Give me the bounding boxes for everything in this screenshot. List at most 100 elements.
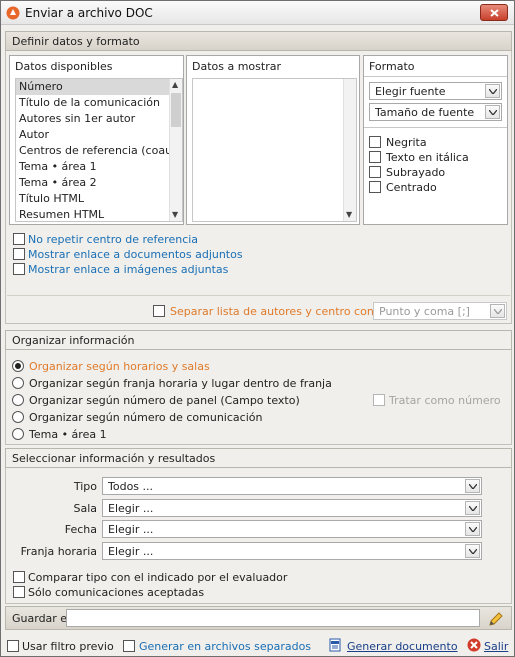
separate-authors-label[interactable]: Separar lista de autores y centro con [170, 305, 374, 318]
separate-files-checkbox[interactable] [123, 640, 135, 652]
accepted-only-label[interactable]: Sólo comunicaciones aceptadas [28, 586, 204, 599]
previous-filter-checkbox[interactable] [7, 640, 19, 652]
scroll-down-icon[interactable]: ▼ [346, 210, 352, 219]
font-select[interactable]: Elegir fuente [369, 82, 502, 100]
fecha-select[interactable]: Elegir ... [102, 520, 482, 538]
list-item[interactable]: Centros de referencia (coautores) [16, 143, 182, 159]
document-icon[interactable] [328, 638, 342, 652]
list-item[interactable]: Número [16, 79, 182, 95]
compare-type-checkbox[interactable] [13, 571, 25, 583]
show-data-title: Datos a mostrar [192, 60, 281, 73]
separate-files-label[interactable]: Generar en archivos separados [139, 640, 311, 653]
scroll-up-icon[interactable]: ▲ [172, 80, 178, 89]
fecha-select-value: Elegir ... [108, 523, 154, 536]
organize-radio-topic[interactable] [12, 428, 24, 440]
chevron-down-icon [469, 527, 477, 532]
organize-radio-timeslot[interactable] [12, 377, 24, 389]
show-images-checkbox[interactable] [13, 263, 25, 275]
compare-type-label[interactable]: Comparar tipo con el indicado por el eva… [28, 571, 287, 584]
available-data-panel: Datos disponibles Número Título de la co… [9, 55, 184, 225]
exit-button[interactable]: Salir [484, 640, 508, 653]
no-repeat-checkbox[interactable] [13, 233, 25, 245]
pencil-icon[interactable] [488, 611, 504, 627]
exit-icon[interactable] [467, 638, 481, 652]
format-panel: Formato Elegir fuente Tamaño de fuente N… [363, 55, 508, 225]
underline-checkbox[interactable] [369, 166, 381, 178]
list-item[interactable]: Tema • área 1 [16, 159, 182, 175]
tipo-dropdown-button[interactable] [465, 479, 480, 493]
treat-as-number-checkbox[interactable] [373, 394, 385, 406]
organize-label-topic[interactable]: Tema • área 1 [29, 428, 107, 441]
list-item[interactable]: Autor [16, 127, 182, 143]
generate-document-button[interactable]: Generar documento [347, 640, 458, 653]
show-docs-checkbox[interactable] [13, 248, 25, 260]
app-logo-icon [6, 6, 20, 20]
available-list-scrollbar[interactable]: ▲ ▼ [169, 79, 182, 221]
chevron-down-icon [469, 484, 477, 489]
franja-label: Franja horaria [20, 545, 97, 558]
organize-section-header: Organizar información [5, 330, 512, 350]
font-size-dropdown-button[interactable] [485, 105, 500, 119]
available-data-list[interactable]: Número Título de la comunicación Autores… [15, 78, 183, 222]
format-divider [364, 76, 507, 77]
organize-radio-panel[interactable] [12, 394, 24, 406]
separator-line [7, 295, 510, 296]
save-label: Guardar en [12, 612, 75, 625]
title-bar[interactable]: Enviar a archivo DOC [1, 1, 514, 25]
chevron-down-icon [469, 549, 477, 554]
organize-radio-schedule[interactable] [12, 360, 24, 372]
available-data-title: Datos disponibles [15, 60, 113, 73]
select-section-header: Seleccionar información y resultados [5, 448, 512, 468]
list-item[interactable]: Resumen HTML [16, 207, 182, 221]
italic-checkbox[interactable] [369, 151, 381, 163]
treat-as-number-label: Tratar como número [389, 394, 501, 407]
define-section-header: Definir datos y formato [5, 31, 512, 51]
list-item[interactable]: Tema • área 2 [16, 175, 182, 191]
previous-filter-label[interactable]: Usar filtro previo [22, 640, 114, 653]
show-data-list[interactable]: ▼ [192, 78, 357, 222]
franja-dropdown-button[interactable] [465, 544, 480, 558]
italic-label: Texto en itálica [386, 151, 469, 164]
font-select-value: Elegir fuente [375, 85, 446, 98]
format-divider [364, 127, 507, 128]
organize-label-timeslot[interactable]: Organizar según franja horaria y lugar d… [29, 377, 332, 390]
chevron-down-icon [489, 89, 497, 94]
sala-dropdown-button[interactable] [465, 501, 480, 515]
separator-select-value: Punto y coma [;] [379, 305, 470, 318]
organize-label-panel[interactable]: Organizar según número de panel (Campo t… [29, 394, 300, 407]
organize-radio-number[interactable] [12, 411, 24, 423]
scroll-down-icon[interactable]: ▼ [172, 210, 178, 219]
font-size-select[interactable]: Tamaño de fuente [369, 103, 502, 121]
footer-bar: Usar filtro previo Generar en archivos s… [1, 634, 514, 656]
separator-select[interactable]: Punto y coma [;] [373, 302, 507, 320]
separate-authors-checkbox[interactable] [153, 305, 165, 317]
separator-dropdown-button[interactable] [490, 304, 505, 318]
show-images-label[interactable]: Mostrar enlace a imágenes adjuntas [28, 263, 228, 276]
center-label: Centrado [386, 181, 437, 194]
chevron-down-icon [469, 506, 477, 511]
sala-label: Sala [73, 502, 97, 515]
organize-label-schedule[interactable]: Organizar según horarios y salas [29, 360, 210, 373]
show-docs-label[interactable]: Mostrar enlace a documentos adjuntos [28, 248, 243, 261]
bold-checkbox[interactable] [369, 136, 381, 148]
accepted-only-checkbox[interactable] [13, 586, 25, 598]
list-item[interactable]: Título HTML [16, 191, 182, 207]
chevron-down-icon [489, 110, 497, 115]
center-checkbox[interactable] [369, 181, 381, 193]
save-path-input[interactable] [66, 609, 480, 627]
list-item[interactable]: Título de la comunicación [16, 95, 182, 111]
bold-label: Negrita [386, 136, 427, 149]
organize-label-number[interactable]: Organizar según número de comunicación [29, 411, 262, 424]
close-button[interactable] [480, 4, 508, 21]
scroll-thumb[interactable] [171, 93, 181, 127]
list-item[interactable]: Autores sin 1er autor [16, 111, 182, 127]
show-list-scrollbar[interactable]: ▼ [343, 79, 356, 221]
tipo-select[interactable]: Todos ... [102, 477, 482, 495]
font-dropdown-button[interactable] [485, 84, 500, 98]
franja-select[interactable]: Elegir ... [102, 542, 482, 560]
no-repeat-label[interactable]: No repetir centro de referencia [28, 233, 198, 246]
fecha-dropdown-button[interactable] [465, 522, 480, 536]
show-data-panel: Datos a mostrar ▼ [186, 55, 360, 225]
underline-label: Subrayado [386, 166, 446, 179]
sala-select[interactable]: Elegir ... [102, 499, 482, 517]
